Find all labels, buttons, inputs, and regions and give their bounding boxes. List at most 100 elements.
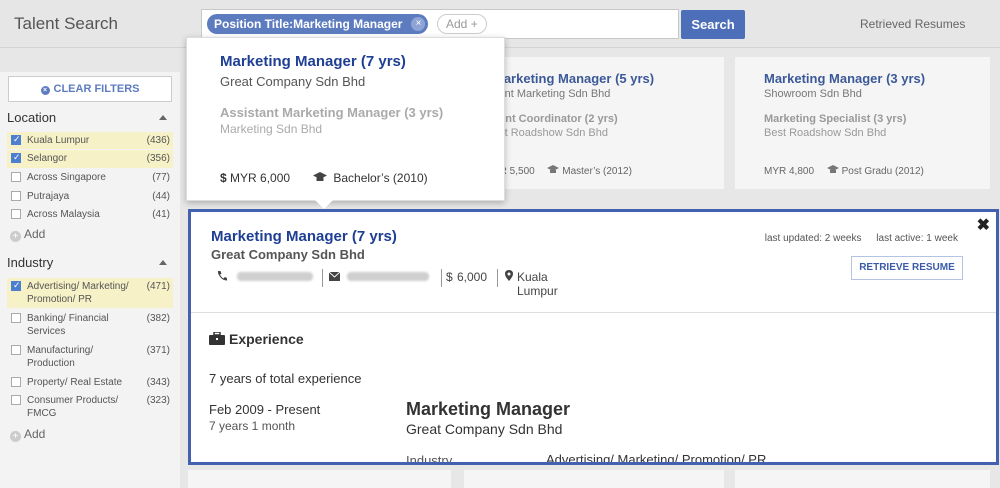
add-label: Add bbox=[24, 227, 46, 241]
filter-item-selangor[interactable]: Selangor (356) bbox=[7, 150, 173, 168]
plus-icon: + bbox=[10, 431, 21, 442]
dollar-icon: $ bbox=[220, 171, 227, 185]
popover-arrow bbox=[315, 200, 333, 209]
checkbox[interactable] bbox=[11, 280, 21, 291]
phone-number-hidden bbox=[237, 269, 313, 283]
filter-count: (44) bbox=[152, 191, 170, 202]
card-education: Master’s (2012) bbox=[562, 166, 632, 177]
filter-chip-label: Position Title:Marketing Manager bbox=[214, 17, 403, 31]
checkbox[interactable] bbox=[11, 313, 21, 323]
app-title: Talent Search bbox=[14, 14, 118, 33]
filter-label: Kuala Lumpur bbox=[27, 135, 90, 146]
filter-count: (323) bbox=[146, 395, 170, 406]
job-dates: Feb 2009 - Present bbox=[209, 402, 321, 417]
mail-icon bbox=[328, 270, 341, 284]
filter-item-across-singapore[interactable]: Across Singapore (77) bbox=[7, 169, 173, 187]
resume-card[interactable] bbox=[188, 470, 451, 488]
filter-label: Property/ Real Estate bbox=[27, 377, 123, 388]
filter-label-line2: Services bbox=[27, 326, 66, 337]
card-company: vent Marketing Sdn Bhd bbox=[493, 88, 611, 100]
filter-label-line2: Production bbox=[27, 358, 75, 369]
add-industry-filter[interactable]: + Add bbox=[10, 427, 45, 442]
job-duration: 7 years 1 month bbox=[209, 419, 296, 433]
filter-count: (436) bbox=[146, 135, 170, 146]
checkbox[interactable] bbox=[11, 134, 21, 145]
filter-item-across-malaysia[interactable]: Across Malaysia (41) bbox=[7, 206, 173, 224]
detail-company: Great Company Sdn Bhd bbox=[211, 247, 365, 262]
location-heading: Location bbox=[7, 110, 57, 125]
plus-icon: + bbox=[470, 17, 478, 31]
popover-previous-title: Assistant Marketing Manager (3 yrs) bbox=[220, 105, 444, 120]
search-input[interactable]: Position Title:Marketing Manager × Add + bbox=[201, 9, 679, 39]
filter-item-manufacturing[interactable]: Manufacturing/ Production (371) bbox=[7, 342, 173, 372]
filter-sidebar: ×CLEAR FILTERS Location Kuala Lumpur (43… bbox=[0, 72, 180, 488]
checkbox[interactable] bbox=[11, 209, 21, 219]
filter-item-banking[interactable]: Banking/ Financial Services (382) bbox=[7, 310, 173, 340]
clear-filters-button[interactable]: × CLEAR FILTERS bbox=[8, 76, 172, 102]
filter-label: Consumer Products/ bbox=[27, 395, 119, 406]
popover-education-row: Bachelor’s (2010) bbox=[313, 171, 428, 185]
total-experience: 7 years of total experience bbox=[209, 371, 362, 386]
checkbox[interactable] bbox=[11, 395, 21, 405]
checkbox[interactable] bbox=[11, 345, 21, 355]
filter-item-property[interactable]: Property/ Real Estate (343) bbox=[7, 374, 173, 391]
search-button[interactable]: Search bbox=[681, 10, 745, 39]
filter-item-kuala-lumpur[interactable]: Kuala Lumpur (436) bbox=[7, 132, 173, 149]
divider bbox=[497, 269, 498, 287]
retrieve-resume-button[interactable]: RETRIEVE RESUME bbox=[851, 256, 963, 280]
card-title[interactable]: Marketing Manager (3 yrs) bbox=[764, 71, 925, 86]
popover-education: Bachelor’s (2010) bbox=[333, 171, 428, 185]
divider bbox=[441, 269, 442, 287]
checkbox[interactable] bbox=[11, 152, 21, 163]
detail-title: Marketing Manager (7 yrs) bbox=[211, 228, 397, 245]
briefcase-icon bbox=[209, 331, 225, 348]
collapse-caret-icon[interactable] bbox=[159, 115, 167, 120]
collapse-caret-icon[interactable] bbox=[159, 260, 167, 265]
filter-item-consumer-products[interactable]: Consumer Products/ FMCG (323) bbox=[7, 392, 173, 422]
filter-count: (371) bbox=[146, 345, 170, 356]
card-salary: MYR 4,800 bbox=[764, 166, 815, 177]
last-updated: last updated: 2 weeks bbox=[764, 233, 862, 244]
popover-salary-row: $ MYR 6,000 bbox=[220, 171, 290, 185]
job-industry-value: Advertising/ Marketing/ Promotion/ PR bbox=[546, 452, 767, 465]
card-previous-title: Marketing Specialist (3 yrs) bbox=[764, 113, 907, 125]
checkbox[interactable] bbox=[11, 172, 21, 182]
resume-card[interactable] bbox=[464, 470, 724, 488]
retrieved-resumes-link[interactable]: Retrieved Resumes bbox=[860, 17, 965, 31]
popover-previous-company: Marketing Sdn Bhd bbox=[220, 122, 323, 136]
card-title[interactable]: Marketing Manager (5 yrs) bbox=[493, 71, 654, 86]
location-section-header[interactable]: Location bbox=[7, 110, 173, 125]
filter-label-line2: Promotion/ PR bbox=[27, 294, 93, 305]
filter-item-advertising[interactable]: Advertising/ Marketing/ Promotion/ PR (4… bbox=[7, 278, 173, 308]
job-role: Marketing Manager bbox=[406, 399, 571, 419]
graduation-cap-icon bbox=[547, 165, 560, 177]
card-education: Post Gradu (2012) bbox=[841, 166, 924, 177]
section-divider bbox=[191, 312, 996, 313]
resume-detail-panel: ✖ Marketing Manager (7 yrs) Great Compan… bbox=[188, 209, 999, 465]
detail-salary: 6,000 bbox=[457, 270, 488, 284]
filter-item-putrajaya[interactable]: Putrajaya (44) bbox=[7, 188, 173, 206]
filter-label: Advertising/ Marketing/ bbox=[27, 281, 129, 292]
resume-card[interactable] bbox=[735, 470, 990, 488]
filter-label-line2: FMCG bbox=[27, 408, 57, 419]
resume-card[interactable]: Marketing Manager (3 yrs) Showroom Sdn B… bbox=[735, 57, 990, 189]
clear-icon: × bbox=[40, 86, 50, 95]
filter-label: Putrajaya bbox=[27, 191, 70, 202]
filter-chip-position-title[interactable]: Position Title:Marketing Manager × bbox=[207, 14, 429, 34]
experience-title: Experience bbox=[229, 331, 304, 347]
checkbox[interactable] bbox=[11, 377, 21, 387]
industry-section-header[interactable]: Industry bbox=[7, 255, 173, 270]
checkbox[interactable] bbox=[11, 191, 21, 201]
add-location-filter[interactable]: + Add bbox=[10, 227, 45, 242]
popover-title[interactable]: Marketing Manager (7 yrs) bbox=[220, 53, 406, 70]
clear-filters-label: CLEAR FILTERS bbox=[53, 83, 140, 95]
close-icon[interactable]: ✖ bbox=[977, 215, 990, 235]
filter-label: Selangor bbox=[27, 153, 68, 164]
card-company: Showroom Sdn Bhd bbox=[764, 88, 862, 100]
card-previous-title: vent Coordinator (2 yrs) bbox=[493, 113, 618, 125]
add-filter-button[interactable]: Add + bbox=[437, 14, 487, 34]
filter-count: (356) bbox=[146, 153, 170, 164]
dollar-icon: $ bbox=[446, 270, 453, 284]
close-icon[interactable]: × bbox=[411, 17, 426, 31]
graduation-cap-icon bbox=[313, 171, 327, 185]
